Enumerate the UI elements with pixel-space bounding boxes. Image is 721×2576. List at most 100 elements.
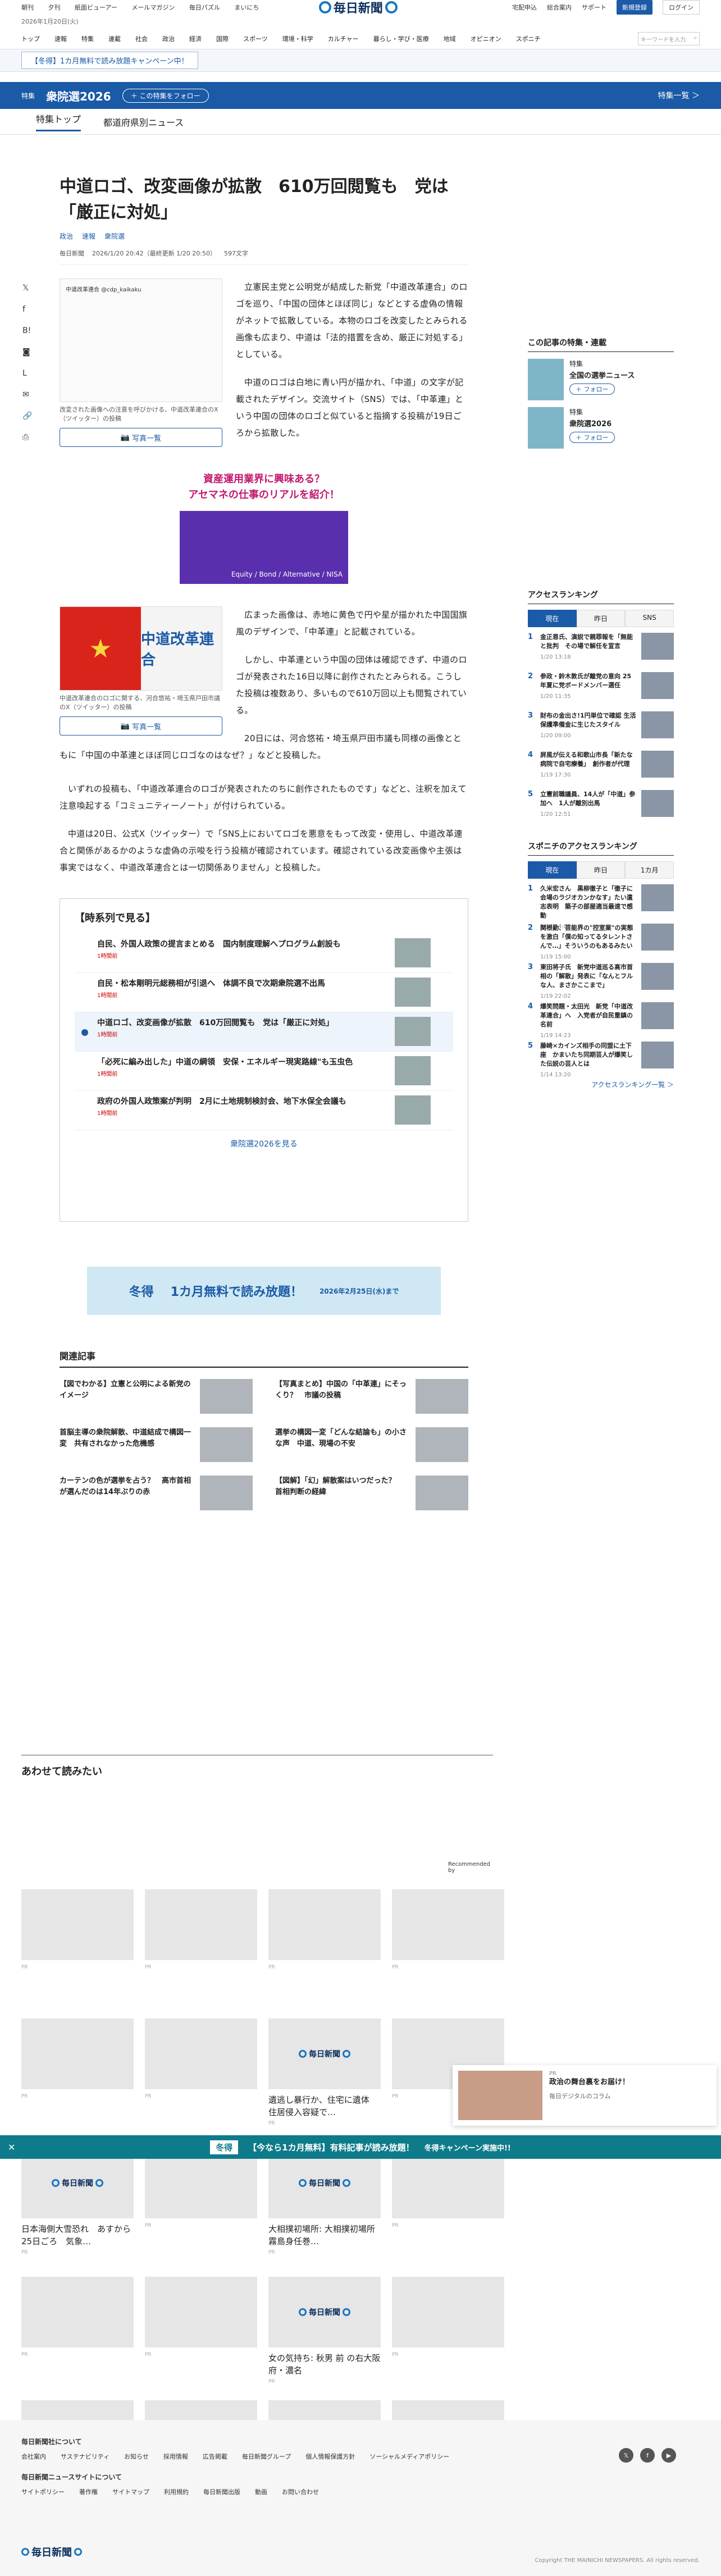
- related-item[interactable]: 首脳主導の衆院解散、中道結成で構図一変 共有されなかった危機感: [60, 1427, 253, 1462]
- sponichi-tab[interactable]: 1カ月: [625, 861, 674, 879]
- nav-item[interactable]: カルチャー: [328, 34, 359, 43]
- nav-item[interactable]: 政治: [162, 34, 175, 43]
- related-item[interactable]: 【図解】「幻」解散案はいつだった？ 首相判断の経緯: [275, 1476, 468, 1510]
- related-item[interactable]: 【写真まとめ】中国の「中革連」にそっくり？ 市議の投稿: [275, 1379, 468, 1414]
- top-link[interactable]: まいにち: [234, 4, 259, 11]
- ranking-item[interactable]: 1 金正恩氏、演説で親罪報を「無能と批判 その場で解任を宣言 1/20 13:18: [528, 627, 674, 666]
- top-right-link[interactable]: 宅配申込: [512, 3, 537, 12]
- footer-link[interactable]: 著作権: [79, 2487, 98, 2496]
- footer-link[interactable]: 動画: [255, 2487, 267, 2496]
- ranking-item[interactable]: 2 参政・鈴木敦氏が離党の意向 25年夏に党ボードメンバー選任 1/20 11:35: [528, 666, 674, 706]
- x-icon[interactable]: 𝕏: [619, 2448, 633, 2463]
- search-icon[interactable]: ⌕: [693, 35, 697, 43]
- nav-item[interactable]: 社会: [135, 34, 148, 43]
- top-link[interactable]: メールマガジン: [131, 4, 175, 11]
- footer-logo[interactable]: 毎日新聞: [21, 2545, 82, 2559]
- sponichi-tab[interactable]: 昨日: [576, 861, 626, 879]
- follow-feature-button[interactable]: ＋ この特集をフォロー: [122, 88, 209, 103]
- x-post-image[interactable]: 中道改革連合 @cdp_kaikaku: [60, 278, 222, 402]
- facebook-share-icon[interactable]: f: [22, 305, 32, 314]
- tag-link[interactable]: 衆院選: [104, 231, 125, 241]
- site-logo[interactable]: 毎日新聞: [318, 0, 398, 16]
- sponichi-tab[interactable]: 現在: [528, 861, 577, 879]
- follow-button[interactable]: ＋ フォロー: [569, 383, 615, 395]
- sticky-campaign-bar[interactable]: ✕ 冬得 【今なら1カ月無料】有料記事が読み放題！ 冬得キャンペーン実施中!!: [0, 2135, 721, 2159]
- footer-link[interactable]: 採用情報: [163, 2452, 188, 2461]
- timeline-more-link[interactable]: 衆院選2026を見る: [75, 1138, 453, 1149]
- nav-item[interactable]: 国際: [216, 34, 229, 43]
- footer-link[interactable]: 個人情報保護方針: [305, 2452, 355, 2461]
- recommended-card[interactable]: PR: [145, 1889, 257, 1970]
- recommended-card[interactable]: PR: [392, 1889, 504, 1970]
- timeline-item-current[interactable]: 中道ロゴ、改変画像が拡散 610万回閲覧も 党は「厳正に対処」 1時間前: [75, 1012, 453, 1052]
- related-item[interactable]: 選挙の構図一変「どんな結論も」の小さな声 中道、現場の不安: [275, 1427, 468, 1462]
- spec-item[interactable]: 特集 全国の選挙ニュース ＋ フォロー: [528, 359, 674, 400]
- ranking-tab[interactable]: 昨日: [576, 610, 626, 627]
- recommended-card[interactable]: 毎日新聞 日本海側大雪恐れ あすから25日ごろ 気象… PR: [21, 2148, 134, 2255]
- top-right-link[interactable]: サポート: [582, 3, 606, 12]
- recommended-card[interactable]: PR: [21, 1889, 134, 1970]
- x-share-icon[interactable]: 𝕏: [22, 284, 32, 293]
- nav-item[interactable]: スポーツ: [243, 34, 268, 43]
- close-icon[interactable]: ✕: [8, 2142, 15, 2153]
- timeline-item[interactable]: 自民、外国人政策の提言まとめる 国内制度理解へプログラム創設も 1時間前: [75, 934, 453, 973]
- nav-item[interactable]: トップ: [21, 34, 40, 43]
- print-icon[interactable]: ⎙: [22, 433, 32, 442]
- photo-list-button[interactable]: 📷 写真一覧: [60, 428, 222, 447]
- sponichi-item[interactable]: 1 久米宏さん 黒柳徹子と「徹子に会場のラジオカンかなす」たい遺志表明 築子の部屋…: [528, 879, 674, 930]
- top-link[interactable]: 朝刊: [21, 4, 34, 11]
- footer-link[interactable]: お問い合わせ: [282, 2487, 319, 2496]
- campaign-banner[interactable]: 冬得 1カ月無料で読み放題！ 2026年2月25日(水)まで: [87, 1267, 441, 1315]
- footer-link[interactable]: お知らせ: [124, 2452, 149, 2461]
- footer-link[interactable]: 利用規約: [164, 2487, 189, 2496]
- tag-link[interactable]: 速報: [82, 231, 95, 241]
- recommended-card[interactable]: PR: [21, 2277, 134, 2358]
- youtube-icon[interactable]: ▶: [661, 2448, 676, 2463]
- mail-share-icon[interactable]: ✉: [22, 390, 32, 399]
- hatena-share-icon[interactable]: B!: [22, 326, 32, 335]
- recruit-ad[interactable]: 資産運用業界に興味ある？ アセマネの仕事のリアルを紹介！ Equity / Bo…: [152, 472, 376, 584]
- nav-item[interactable]: 暮らし・学び・医療: [373, 34, 429, 43]
- top-link[interactable]: 毎日パズル: [189, 4, 220, 11]
- logo-compare-image[interactable]: ★ 中道改革連合: [60, 606, 222, 691]
- feature-list-link[interactable]: 特集一覧 ＞: [658, 90, 700, 101]
- timeline-item[interactable]: 政府の外国人政策案が判明 2月に土地規制検討会、地下水保全会議も 1時間前: [75, 1091, 453, 1130]
- recommended-card[interactable]: 毎日新聞 大相撲初場所: 大相撲初場所 霧島身任巻… PR: [268, 2148, 384, 2255]
- feature-title[interactable]: 衆院選2026: [46, 88, 111, 104]
- footer-link[interactable]: 広告掲載: [203, 2452, 227, 2461]
- recommended-card[interactable]: PR: [145, 2148, 257, 2228]
- related-item[interactable]: 【図でわかる】立憲と公明による新党のイメージ: [60, 1379, 253, 1414]
- nav-item[interactable]: 速報: [54, 34, 67, 43]
- recommended-card[interactable]: PR: [268, 1889, 381, 1970]
- recommended-card[interactable]: PR: [145, 2018, 257, 2099]
- related-item[interactable]: カーテンの色が選挙を占う？ 高市首相が選んだのは14年ぶりの赤: [60, 1476, 253, 1510]
- recommended-card[interactable]: PR: [21, 2018, 134, 2099]
- recommended-card[interactable]: 毎日新聞 女の気持ち: 秋男 前 の右大阪府・濃名 PR: [268, 2277, 381, 2385]
- spec-item[interactable]: 特集 衆院選2026 ＋ フォロー: [528, 407, 674, 449]
- search-input[interactable]: キーワードを入力 ⌕: [638, 31, 700, 45]
- footer-link[interactable]: サイトマップ: [112, 2487, 149, 2496]
- nav-item[interactable]: 経済: [189, 34, 202, 43]
- ranking-list-link[interactable]: アクセスランキング一覧 ＞: [528, 1080, 674, 1089]
- ranking-tab[interactable]: SNS: [625, 610, 674, 627]
- nav-item[interactable]: オピニオン: [471, 34, 501, 43]
- nav-item[interactable]: 環境・科学: [282, 34, 313, 43]
- recommended-card[interactable]: PR: [392, 2277, 504, 2358]
- top-right-link[interactable]: 総合案内: [547, 3, 572, 12]
- recommended-card[interactable]: 毎日新聞 遺逃し暴行か、住宅に遺体 住居侵入容疑で… PR: [268, 2018, 381, 2126]
- footer-link[interactable]: 毎日新聞出版: [203, 2487, 240, 2496]
- nav-item[interactable]: スポニチ: [516, 34, 541, 43]
- top-link[interactable]: 紙面ビューアー: [75, 4, 117, 11]
- recommended-card[interactable]: PR: [392, 2148, 504, 2228]
- copy-link-icon[interactable]: 🔗: [22, 412, 32, 421]
- footer-link[interactable]: サステナビリティ: [61, 2452, 109, 2461]
- follow-button[interactable]: ＋ フォロー: [569, 432, 615, 443]
- footer-link[interactable]: サイトポリシー: [21, 2487, 65, 2496]
- timeline-item[interactable]: 「必死に編み出した」中道の綱領 安保・エネルギー現実路線"も玉虫色 1時間前: [75, 1052, 453, 1091]
- sponichi-item[interactable]: 2 関根勤、芸能界の"控室業"の実態を激白「僕の知ってるタレントさんで…」そういう…: [528, 918, 674, 960]
- ranking-tab[interactable]: 現在: [528, 610, 577, 627]
- sponichi-item[interactable]: 4 爆笑問題・太田光 新党「中道改革連合」へ 入党者が自民重鎮の名前 1/19 14…: [528, 997, 674, 1039]
- sponichi-item[interactable]: 3 東田将子氏 新党中道巡る高市首相の「解散」発表に「なんとフルな人、まさかここま…: [528, 957, 674, 999]
- timeline-item[interactable]: 自民・松本剛明元総務相が引退へ 体調不良で次期衆院選不出馬 1時間前: [75, 973, 453, 1012]
- sticky-ad[interactable]: PR 政治の舞台裏をお届け！ 毎日デジタルのコラム: [453, 2065, 717, 2126]
